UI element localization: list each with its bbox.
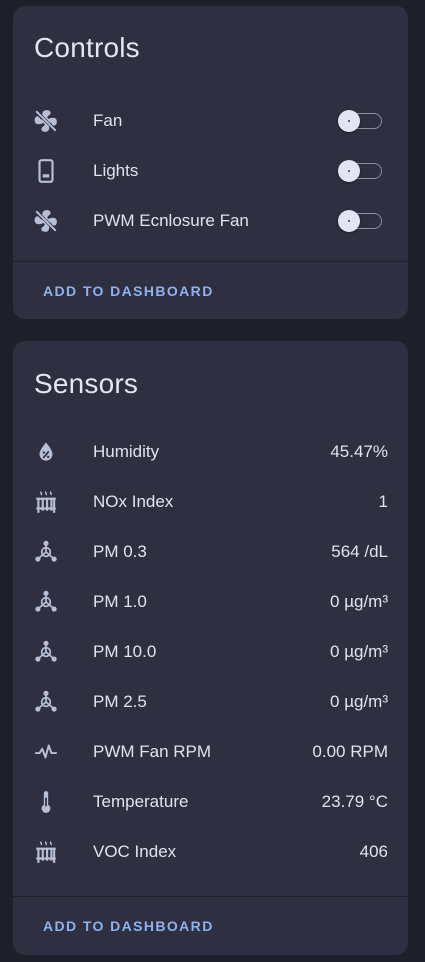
sensor-value: 406	[359, 842, 388, 861]
water-percent-icon	[33, 439, 59, 465]
sensor-value: 0.00 RPM	[312, 742, 388, 761]
radiator-icon	[33, 839, 59, 865]
molecule-icon	[33, 589, 59, 615]
thermometer-icon	[33, 789, 59, 815]
molecule-icon	[33, 639, 59, 665]
sensor-value: 23.79 °C	[321, 792, 388, 811]
divider	[13, 896, 408, 897]
add-to-dashboard-button[interactable]: ADD TO DASHBOARD	[43, 918, 214, 934]
sensor-row-pm25[interactable]: PM 2.5 0 µg/m³	[13, 677, 408, 727]
sensor-label: Humidity	[93, 442, 160, 461]
sensor-label: PWM Fan RPM	[93, 742, 212, 761]
sensor-row-pm100[interactable]: PM 10.0 0 µg/m³	[13, 627, 408, 677]
sensor-row-pm03[interactable]: PM 0.3 564 /dL	[13, 527, 408, 577]
control-label: Fan	[93, 111, 123, 130]
sensor-label: Temperature	[93, 792, 189, 811]
fan-off-icon	[33, 208, 59, 234]
sensor-label: PM 10.0	[93, 642, 157, 661]
sensor-value: 564 /dL	[331, 542, 388, 561]
sensor-label: NOx Index	[93, 492, 174, 511]
control-row-lights[interactable]: Lights	[13, 146, 408, 196]
toggle-knob	[338, 160, 360, 182]
sensor-value: 0 µg/m³	[330, 642, 388, 661]
radiator-icon	[33, 489, 59, 515]
sensor-row-temperature[interactable]: Temperature 23.79 °C	[13, 777, 408, 827]
sensors-title: Sensors	[34, 368, 139, 399]
control-row-pwm-fan[interactable]: PWM Ecnlosure Fan	[13, 196, 408, 246]
divider	[13, 261, 408, 262]
control-label: Lights	[93, 161, 139, 180]
control-row-fan[interactable]: Fan	[13, 96, 408, 146]
lights-toggle[interactable]	[338, 160, 382, 182]
sensor-row-pm10[interactable]: PM 1.0 0 µg/m³	[13, 577, 408, 627]
toggle-knob	[338, 210, 360, 232]
sensor-value: 0 µg/m³	[330, 692, 388, 711]
sensor-row-pwm-fan-rpm[interactable]: PWM Fan RPM 0.00 RPM	[13, 727, 408, 777]
sensor-row-nox-index[interactable]: NOx Index 1	[13, 477, 408, 527]
sensor-label: PM 2.5	[93, 692, 147, 711]
molecule-icon	[33, 539, 59, 565]
sensor-value: 1	[378, 492, 388, 511]
sensor-row-humidity[interactable]: Humidity 45.47%	[13, 427, 408, 477]
sensor-label: PM 0.3	[93, 542, 147, 561]
add-to-dashboard-button[interactable]: ADD TO DASHBOARD	[43, 283, 214, 299]
controls-card: Controls Fan Lights PWM Ecnlosure Fan AD…	[13, 6, 408, 319]
pulse-icon	[33, 739, 59, 765]
phone-lights-icon	[33, 158, 59, 184]
sensor-row-voc-index[interactable]: VOC Index 406	[13, 827, 408, 877]
toggle-knob	[338, 110, 360, 132]
controls-title: Controls	[34, 32, 140, 63]
fan-off-icon	[33, 108, 59, 134]
fan-toggle[interactable]	[338, 110, 382, 132]
sensor-label: PM 1.0	[93, 592, 147, 611]
sensor-value: 0 µg/m³	[330, 592, 388, 611]
control-label: PWM Ecnlosure Fan	[93, 211, 249, 230]
sensors-card: Sensors Humidity 45.47% NOx Index 1 PM 0…	[13, 341, 408, 955]
sensor-label: VOC Index	[93, 842, 177, 861]
sensor-value: 45.47%	[330, 442, 388, 461]
molecule-icon	[33, 689, 59, 715]
pwm-fan-toggle[interactable]	[338, 210, 382, 232]
